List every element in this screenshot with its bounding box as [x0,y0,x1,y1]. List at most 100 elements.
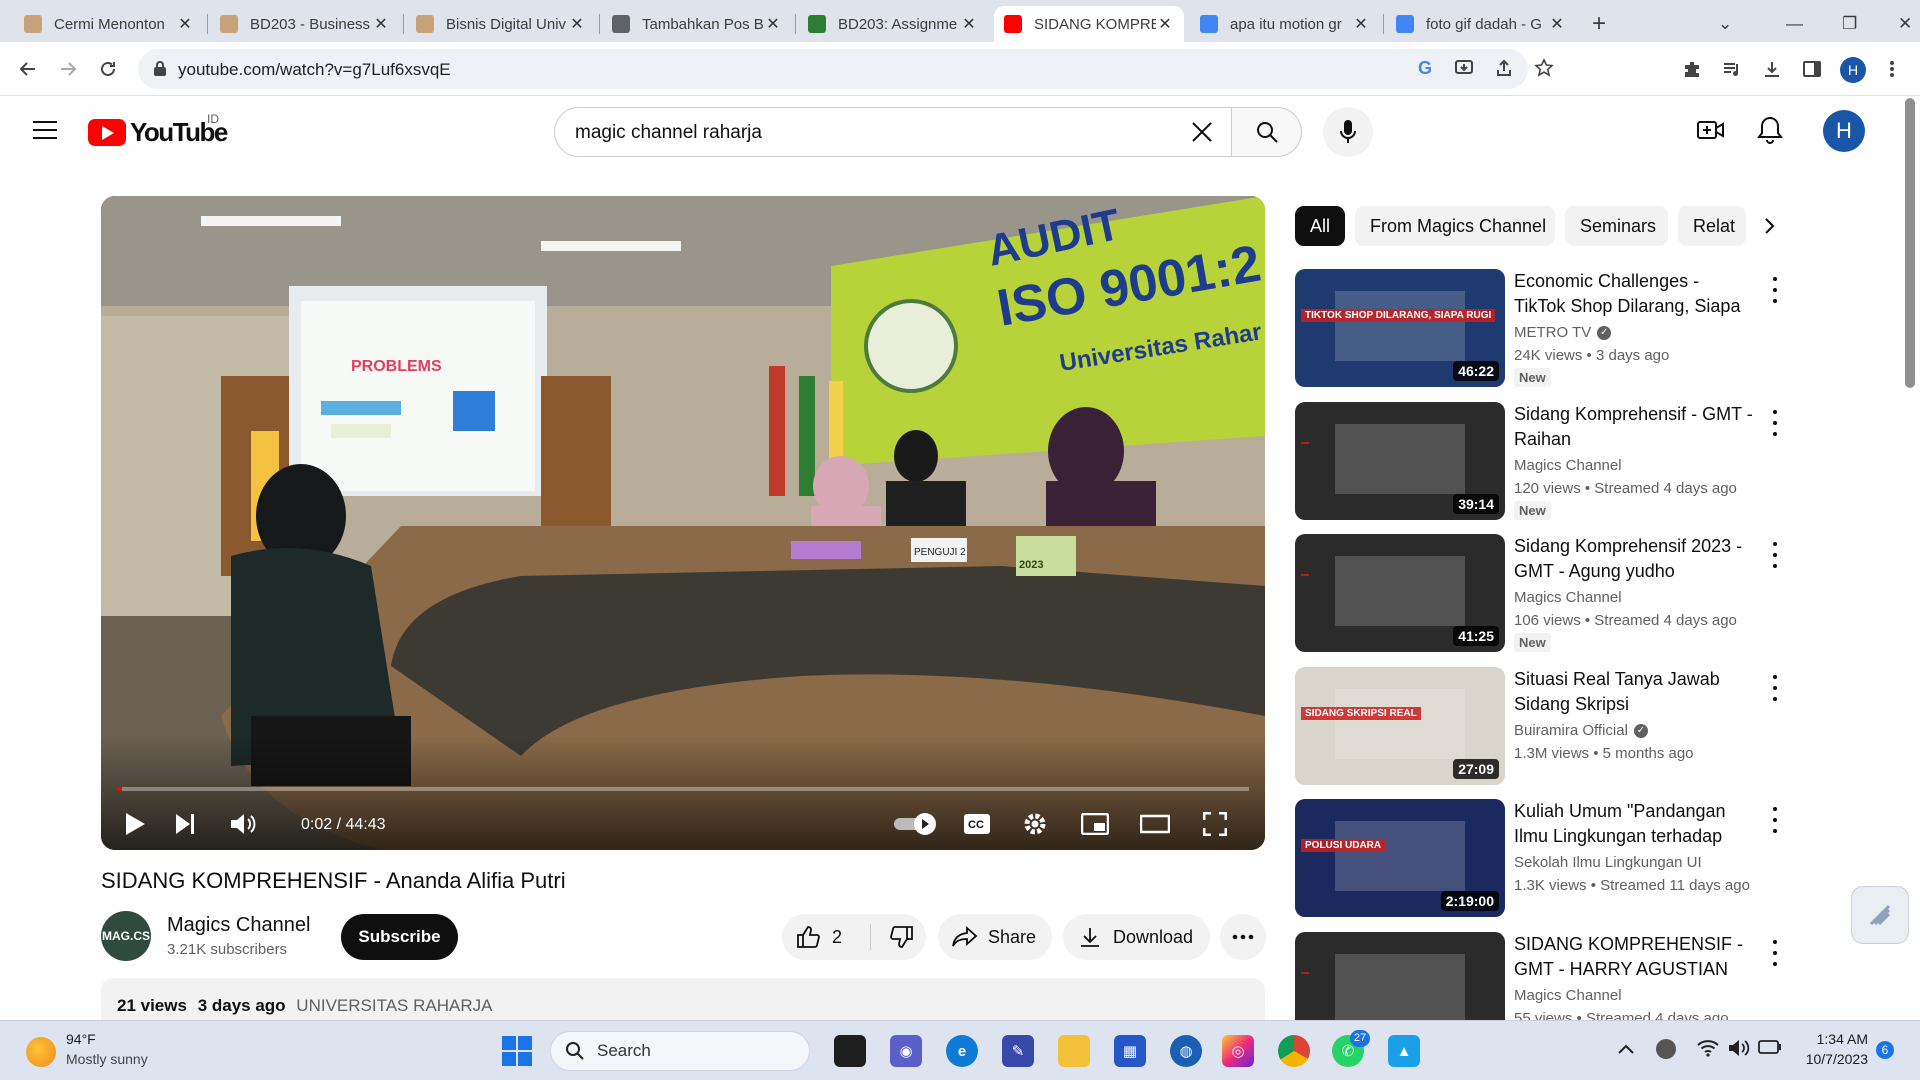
share-button[interactable]: Share [938,914,1052,960]
filter-chip[interactable]: Relat [1678,206,1746,246]
instagram-icon[interactable]: ◎ [1222,1035,1254,1067]
more-vertical-icon[interactable] [1765,807,1785,833]
weather-temp[interactable]: 94°F [66,1031,96,1047]
more-actions-button[interactable] [1220,914,1266,960]
recommended-title[interactable]: Situasi Real Tanya Jawab Sidang Skripsi [1514,667,1754,717]
video-thumbnail[interactable]: SIDANG SKRIPSI REAL 27:09 [1295,667,1505,785]
captions-icon[interactable]: CC [957,804,997,844]
create-video-icon[interactable] [1696,117,1726,148]
tab-close-icon[interactable]: ✕ [1156,14,1174,34]
downloads-icon[interactable] [1760,57,1784,81]
bookmark-star-icon[interactable] [1534,58,1554,83]
recommended-title[interactable]: Sidang Komprehensif 2023 - GMT - Agung y… [1514,534,1754,584]
clock-time[interactable]: 1:34 AM [1796,1031,1868,1047]
edge-browser-icon[interactable]: e [946,1035,978,1067]
page-scrollbar[interactable] [1905,98,1915,388]
wifi-icon[interactable] [1697,1039,1719,1062]
browser-tab[interactable]: Cermi Menonton ✕ [14,6,204,42]
tab-close-icon[interactable]: ✕ [960,14,978,34]
download-button[interactable]: Download [1063,914,1210,960]
photos-app-icon[interactable]: ▲ [1388,1035,1420,1067]
filter-chip[interactable]: Seminars [1565,206,1668,246]
pen-app-icon[interactable]: ✎ [1002,1035,1034,1067]
recommended-channel[interactable]: Buiramira Official ✓ [1514,722,1648,739]
notifications-bell-icon[interactable] [1757,115,1783,150]
taskbar-search-box[interactable]: Search [550,1031,810,1071]
maximize-icon[interactable]: ❐ [1832,6,1862,42]
more-vertical-icon[interactable] [1765,542,1785,568]
search-input[interactable]: magic channel raharja [554,107,1232,157]
miniplayer-icon[interactable] [1075,804,1115,844]
tab-close-icon[interactable]: ✕ [176,14,194,34]
autoplay-toggle-icon[interactable] [891,804,941,844]
new-tab-icon[interactable]: + [1582,6,1618,42]
globe-app-icon[interactable]: ◍ [1170,1035,1202,1067]
browser-tab[interactable]: BD203 - Business ✕ [210,6,400,42]
microsoft-store-icon[interactable]: ▦ [1114,1035,1146,1067]
channel-avatar[interactable]: MAG.CS [101,911,151,961]
filter-chip[interactable]: All [1295,206,1345,246]
volume-tray-icon[interactable] [1728,1039,1750,1062]
task-view-icon[interactable] [834,1035,866,1067]
url-text[interactable]: youtube.com/watch?v=g7Luf6xsvqE [178,60,451,80]
fullscreen-icon[interactable] [1195,804,1235,844]
more-vertical-icon[interactable] [1765,675,1785,701]
search-button[interactable] [1232,107,1302,157]
browser-profile-avatar[interactable]: H [1840,57,1866,83]
dislike-button[interactable] [878,914,926,960]
browser-tab[interactable]: apa itu motion gr ✕ [1190,6,1380,42]
reload-icon[interactable] [96,57,120,81]
file-explorer-icon[interactable] [1058,1035,1090,1067]
video-thumbnail[interactable]: TIKTOK SHOP DILARANG, SIAPA RUGI 46:22 [1295,269,1505,387]
recommended-channel[interactable]: METRO TV ✓ [1514,324,1612,341]
chrome-icon[interactable] [1278,1035,1310,1067]
tab-close-icon[interactable]: ✕ [1548,14,1566,34]
battery-icon[interactable] [1758,1039,1782,1060]
recommended-channel[interactable]: Magics Channel [1514,589,1622,606]
windows-start-icon[interactable] [501,1035,533,1067]
weather-sun-icon[interactable] [26,1037,56,1067]
guide-menu-icon[interactable] [33,120,57,145]
video-thumbnail[interactable]: POLUSI UDARA 2:19:00 [1295,799,1505,917]
subscribe-button[interactable]: Subscribe [341,914,458,960]
extensions-icon[interactable] [1680,57,1704,81]
search-query[interactable]: magic channel raharja [575,122,762,144]
tab-close-icon[interactable]: ✕ [568,14,586,34]
tray-chevron-icon[interactable] [1618,1041,1634,1059]
share-page-icon[interactable] [1494,58,1514,83]
teams-meet-icon[interactable]: ◉ [890,1035,922,1067]
forward-icon[interactable] [56,57,80,81]
google-translate-icon[interactable]: G [1418,58,1432,79]
weather-desc[interactable]: Mostly sunny [66,1051,148,1067]
more-vertical-icon[interactable] [1765,940,1785,966]
browser-tab[interactable]: Bisnis Digital Univ ✕ [406,6,596,42]
filter-chip[interactable]: From Magics Channel [1355,206,1555,246]
lock-icon[interactable] [153,60,167,82]
like-button[interactable]: 2 [782,914,870,960]
recommended-channel[interactable]: Magics Channel [1514,457,1622,474]
tab-search-icon[interactable]: ⌄ [1708,6,1738,42]
browser-menu-icon[interactable] [1880,57,1904,81]
volume-icon[interactable] [223,804,263,844]
back-icon[interactable] [16,57,40,81]
floating-extension-icon[interactable] [1851,886,1909,944]
browser-tab[interactable]: SIDANG KOMPRE ✕ [994,6,1184,42]
video-player[interactable]: PROBLEMS AUDIT ISO 9001:2 Universitas Ra… [101,196,1265,850]
browser-tab[interactable]: foto gif dadah - G ✕ [1386,6,1576,42]
browser-tab[interactable]: BD203: Assignme ✕ [798,6,988,42]
recommended-video[interactable]: 39:14 Sidang Komprehensif - GMT - Raihan M… [1295,402,1795,522]
tab-close-icon[interactable]: ✕ [764,14,782,34]
address-bar[interactable]: youtube.com/watch?v=g7Luf6xsvqE G [138,49,1554,89]
clock-date[interactable]: 10/7/2023 [1796,1051,1868,1067]
channel-name[interactable]: Magics Channel [167,914,310,937]
clear-search-icon[interactable] [1191,121,1213,148]
recommended-title[interactable]: Economic Challenges - TikTok Shop Dilara… [1514,269,1754,319]
tray-security-icon[interactable] [1656,1039,1676,1059]
more-vertical-icon[interactable] [1765,410,1785,436]
recommended-video[interactable]: POLUSI UDARA 2:19:00 Kuliah Umum "Pandanga… [1295,799,1795,919]
notification-count[interactable]: 6 [1876,1041,1894,1059]
recommended-title[interactable]: SIDANG KOMPREHENSIF - GMT - HARRY AGUSTI… [1514,932,1754,982]
minimize-icon[interactable]: — [1776,6,1806,42]
browser-tab[interactable]: Tambahkan Pos B ✕ [602,6,792,42]
theater-mode-icon[interactable] [1135,804,1175,844]
